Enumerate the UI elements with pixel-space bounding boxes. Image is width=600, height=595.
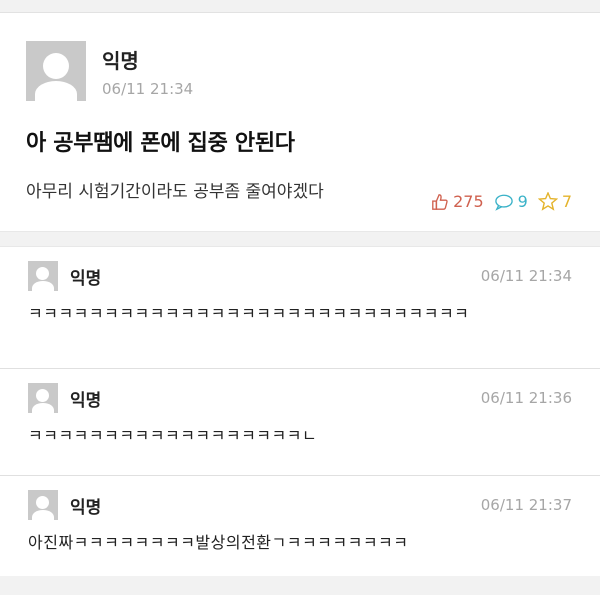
comment-header: 익명 06/11 21:37 [28, 490, 572, 520]
scrap-button[interactable]: 7 [537, 192, 572, 211]
comment-time: 06/11 21:36 [480, 389, 572, 407]
comment-author: 익명 [70, 268, 102, 289]
comment-time: 06/11 21:37 [480, 496, 572, 514]
comment-list: 익명 06/11 21:34 ㅋㅋㅋㅋㅋㅋㅋㅋㅋㅋㅋㅋㅋㅋㅋㅋㅋㅋㅋㅋㅋㅋㅋㅋㅋ… [0, 247, 600, 576]
post-header: 익명 06/11 21:34 [26, 41, 572, 101]
comment-text: 아진짜ㅋㅋㅋㅋㅋㅋㅋㅋ발상의전환ㄱㅋㅋㅋㅋㅋㅋㅋㅋ [28, 533, 409, 552]
avatar-body [32, 403, 54, 413]
comment-time: 06/11 21:34 [480, 267, 572, 285]
comment-text: ㅋㅋㅋㅋㅋㅋㅋㅋㅋㅋㅋㅋㅋㅋㅋㅋㅋㅋㅋㅋㅋㅋㅋㅋㅋㅋㅋㅋㅋ [28, 304, 470, 323]
comment-header: 익명 06/11 21:36 [28, 383, 572, 413]
avatar [28, 383, 58, 413]
post-stats: 275 9 7 [431, 192, 572, 211]
post-title: 아 공부땜에 폰에 집중 안된다 [26, 131, 295, 156]
avatar-body [32, 510, 54, 520]
like-button[interactable]: 275 [431, 192, 484, 211]
comment-author: 익명 [70, 497, 102, 518]
comment-count-button[interactable]: 9 [494, 192, 528, 211]
like-count: 275 [453, 192, 484, 211]
comment-item: 익명 06/11 21:36 ㅋㅋㅋㅋㅋㅋㅋㅋㅋㅋㅋㅋㅋㅋㅋㅋㅋㅋㄴ [0, 369, 600, 476]
avatar-head [36, 389, 49, 402]
avatar [28, 261, 58, 291]
top-spacer [0, 0, 600, 13]
comment-item: 익명 06/11 21:34 ㅋㅋㅋㅋㅋㅋㅋㅋㅋㅋㅋㅋㅋㅋㅋㅋㅋㅋㅋㅋㅋㅋㅋㅋㅋ… [0, 247, 600, 369]
avatar-head [43, 53, 69, 79]
comment-item: 익명 06/11 21:37 아진짜ㅋㅋㅋㅋㅋㅋㅋㅋ발상의전환ㄱㅋㅋㅋㅋㅋㅋㅋㅋ [0, 476, 600, 576]
post-author: 익명 [102, 49, 139, 73]
section-divider [0, 231, 600, 247]
star-icon [537, 192, 558, 211]
thumbs-up-icon [432, 193, 448, 210]
post-meta: 익명 06/11 21:34 [102, 45, 193, 98]
speech-bubble-icon [494, 194, 513, 211]
comment-text: ㅋㅋㅋㅋㅋㅋㅋㅋㅋㅋㅋㅋㅋㅋㅋㅋㅋㅋㄴ [28, 426, 318, 445]
comment-author: 익명 [70, 390, 102, 411]
avatar-body [35, 81, 77, 101]
avatar [28, 490, 58, 520]
post-card: 익명 06/11 21:34 아 공부땜에 폰에 집중 안된다 아무리 시험기간… [0, 13, 600, 231]
comment-count: 9 [517, 192, 528, 211]
comment-header: 익명 06/11 21:34 [28, 261, 572, 291]
post-time: 06/11 21:34 [102, 80, 194, 98]
scrap-count: 7 [561, 192, 572, 211]
avatar-head [36, 496, 49, 509]
avatar [26, 41, 86, 101]
avatar-head [36, 267, 49, 280]
avatar-body [32, 281, 54, 291]
